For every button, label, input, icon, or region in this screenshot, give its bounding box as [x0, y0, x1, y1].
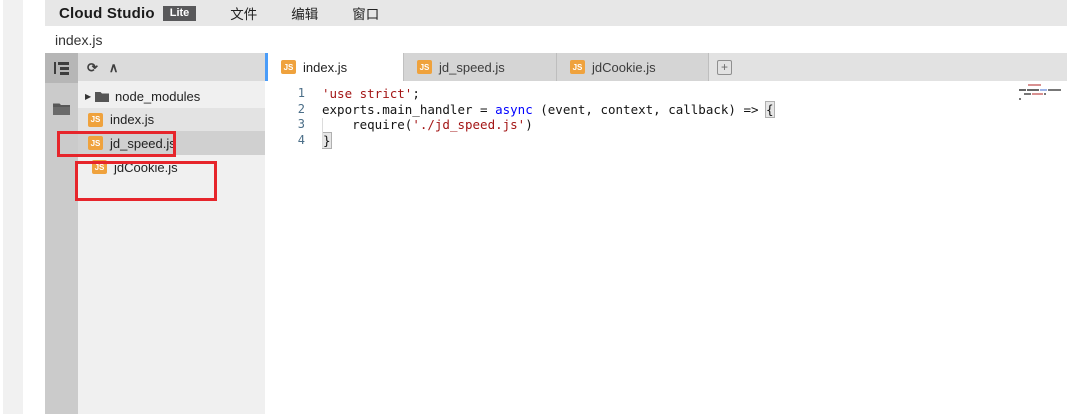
folder-icon	[53, 102, 70, 115]
lite-badge: Lite	[163, 6, 197, 21]
tab-bar: JS index.js JS jd_speed.js JS jdCookie.j…	[265, 53, 1067, 81]
activity-bar	[45, 53, 78, 414]
tree-item-label: node_modules	[115, 89, 200, 104]
indent-guide	[322, 118, 323, 148]
minimap-line	[1019, 84, 1065, 86]
code-content: 'use strict';	[305, 86, 420, 102]
js-file-icon: JS	[281, 60, 296, 74]
breadcrumb[interactable]: index.js	[45, 26, 1067, 53]
code-line-2: 2 exports.main_handler = async (event, c…	[265, 102, 1067, 118]
menu-file[interactable]: 文件	[230, 3, 257, 23]
tree-item-label: jd_speed.js	[110, 136, 176, 151]
explorer-tree-icon	[54, 61, 70, 75]
code-line-1: 1 'use strict';	[265, 86, 1067, 102]
minimap-line	[1019, 98, 1065, 100]
tree-item-jd-speed-js[interactable]: JS jd_speed.js	[78, 131, 265, 155]
code-token: 'use strict'	[322, 86, 412, 101]
explorer-toolbar: ⟳ ∧	[78, 53, 265, 81]
tree-item-jdcookie-js[interactable]: JS jdCookie.js	[78, 155, 265, 179]
tab-label: index.js	[303, 60, 347, 75]
main-area: ⟳ ∧ ▶ node_modules JS index.js	[45, 53, 1067, 414]
minimap[interactable]	[1019, 84, 1065, 102]
tab-jd-speed-js[interactable]: JS jd_speed.js	[403, 53, 556, 81]
new-tab-cell: +	[708, 53, 766, 81]
code-token-close-brace: }	[323, 133, 331, 148]
code-line-3: 3 require('./jd_speed.js')	[265, 117, 1067, 133]
code-token-open-brace: {	[766, 102, 774, 117]
tree-item-node-modules[interactable]: ▶ node_modules	[78, 84, 265, 108]
minimap-line	[1019, 93, 1065, 95]
js-file-icon: JS	[417, 60, 432, 74]
js-file-icon: JS	[570, 60, 585, 74]
line-number: 3	[265, 117, 305, 133]
tree-item-index-js[interactable]: JS index.js	[78, 108, 265, 131]
code-token: )	[525, 117, 533, 132]
code-token: async	[495, 102, 533, 117]
js-file-icon: JS	[92, 160, 107, 174]
add-tab-icon[interactable]: +	[717, 60, 732, 75]
code-line-4: 4 }	[265, 133, 1067, 149]
folder-icon	[95, 91, 109, 102]
breadcrumb-file-label: index.js	[55, 32, 102, 48]
tab-label: jdCookie.js	[592, 60, 656, 75]
app-logo: Cloud Studio	[59, 5, 155, 22]
js-file-icon: JS	[88, 113, 103, 127]
refresh-icon[interactable]: ⟳	[87, 61, 98, 74]
activity-folder-button[interactable]	[45, 93, 78, 123]
code-token: require(	[322, 117, 412, 132]
menu-edit[interactable]: 编辑	[291, 3, 318, 23]
cloud-studio-window: { "colors": { "accent_blue": "#4a9cf8", …	[0, 0, 1067, 414]
js-file-icon: JS	[88, 136, 103, 150]
code-token: (event, context, callback) =>	[533, 102, 766, 117]
tree-item-label: jdCookie.js	[114, 160, 178, 175]
file-tree: ▶ node_modules JS index.js JS jd_speed.j…	[78, 81, 265, 179]
code-token: './jd_speed.js'	[412, 117, 525, 132]
code-token: ;	[412, 86, 420, 101]
code-content: }	[305, 133, 331, 149]
cloud-studio-app: Cloud Studio Lite 文件 编辑 窗口 index.js	[45, 0, 1067, 414]
activity-explorer-button[interactable]	[45, 53, 78, 83]
menu-window[interactable]: 窗口	[352, 3, 379, 23]
tab-index-js[interactable]: JS index.js	[265, 53, 403, 81]
expand-arrow-icon[interactable]: ▶	[85, 92, 95, 101]
file-explorer-panel: ⟳ ∧ ▶ node_modules JS index.js	[78, 53, 265, 414]
tab-label: jd_speed.js	[439, 60, 505, 75]
menu-bar: Cloud Studio Lite 文件 编辑 窗口	[45, 0, 1067, 26]
tab-jdcookie-js[interactable]: JS jdCookie.js	[556, 53, 708, 81]
code-token: exports.main_handler =	[322, 102, 495, 117]
tree-item-label: index.js	[110, 112, 154, 127]
code-content: exports.main_handler = async (event, con…	[305, 102, 774, 118]
minimap-line	[1019, 89, 1065, 91]
code-editor[interactable]: 1 'use strict'; 2 exports.main_handler =…	[265, 81, 1067, 414]
collapse-all-icon[interactable]: ∧	[109, 61, 119, 74]
code-content: require('./jd_speed.js')	[305, 117, 533, 133]
page-left-gutter	[3, 0, 23, 414]
line-number: 4	[265, 133, 305, 149]
line-number: 2	[265, 102, 305, 118]
editor-group: JS index.js JS jd_speed.js JS jdCookie.j…	[265, 53, 1067, 414]
line-number: 1	[265, 86, 305, 102]
